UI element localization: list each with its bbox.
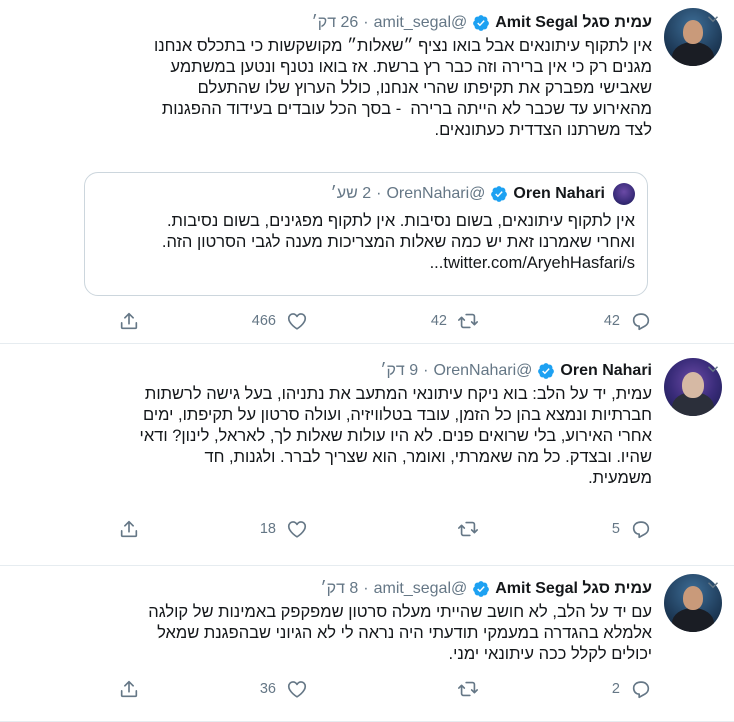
- chevron-down-icon[interactable]: [704, 10, 722, 28]
- heart-icon: [286, 678, 308, 700]
- tweet-header: עמית סגל Amit Segal @amit_segal · 26 דק׳: [312, 12, 652, 34]
- like-count: 36: [259, 681, 276, 697]
- display-name[interactable]: עמית סגל Amit Segal: [495, 14, 652, 32]
- quote-text: אין לתקוף עיתונאים, בשום נסיבות. אין לתק…: [161, 212, 635, 272]
- tweet-text: עם יד על הלב, לא חושב שהייתי מעלה סרטון …: [148, 603, 652, 663]
- tweet[interactable]: Oren Nahari @OrenNahari · 9 דק׳ עמית, יד…: [0, 344, 734, 566]
- chevron-down-icon[interactable]: [704, 576, 722, 594]
- tweet-actions: 42 42 466: [0, 310, 734, 334]
- quoted-tweet[interactable]: Oren Nahari @OrenNahari · 2 שע׳ אין לתקו…: [84, 172, 648, 296]
- share-icon: [118, 518, 140, 540]
- heart-icon: [286, 310, 308, 332]
- share-button[interactable]: [118, 678, 140, 700]
- quote-handle: @OrenNahari: [386, 185, 486, 202]
- share-icon: [118, 678, 140, 700]
- tweet-text: אין לתקוף עיתונאים אבל בואו נציף ״שאלות״…: [153, 37, 652, 139]
- reply-button[interactable]: 5: [612, 518, 652, 540]
- retweet-icon: [457, 310, 479, 332]
- retweet-button[interactable]: 42: [431, 310, 479, 332]
- handle[interactable]: @amit_segal: [374, 580, 468, 598]
- reply-icon: [630, 678, 652, 700]
- handle[interactable]: @amit_segal: [374, 14, 468, 32]
- tweet-actions: 2 36: [0, 678, 734, 702]
- quote-header: Oren Nahari @OrenNahari · 2 שע׳: [331, 183, 605, 205]
- heart-icon: [286, 518, 308, 540]
- share-icon: [118, 310, 140, 332]
- like-count: 466: [251, 313, 276, 329]
- like-button[interactable]: 18: [260, 518, 308, 540]
- reply-button[interactable]: 2: [612, 678, 652, 700]
- timestamp[interactable]: 26 דק׳: [312, 14, 359, 32]
- retweet-button[interactable]: [447, 678, 479, 700]
- quote-display-name: Oren Nahari: [513, 185, 605, 202]
- retweet-count: 42: [430, 313, 447, 329]
- timestamp[interactable]: 9 דק׳: [380, 362, 418, 380]
- reply-icon: [630, 518, 652, 540]
- reply-count: 42: [603, 313, 620, 329]
- share-button[interactable]: [118, 518, 140, 540]
- tweet[interactable]: עמית סגל Amit Segal @amit_segal · 26 דק׳…: [0, 0, 734, 344]
- retweet-button[interactable]: [447, 518, 479, 540]
- separator-dot: ·: [363, 14, 369, 31]
- verified-badge-icon: [472, 14, 490, 32]
- retweet-icon: [457, 678, 479, 700]
- separator-dot: ·: [423, 362, 429, 379]
- tweet-header: Oren Nahari @OrenNahari · 9 דק׳: [380, 360, 652, 382]
- chevron-down-icon[interactable]: [704, 360, 722, 378]
- like-count: 18: [259, 521, 276, 537]
- reply-button[interactable]: 42: [604, 310, 652, 332]
- like-button[interactable]: 36: [260, 678, 308, 700]
- separator-dot: ·: [363, 580, 369, 597]
- quote-avatar: [613, 183, 635, 205]
- display-name[interactable]: עמית סגל Amit Segal: [495, 580, 652, 598]
- share-button[interactable]: [118, 310, 140, 332]
- like-button[interactable]: 466: [252, 310, 308, 332]
- separator-dot: ·: [376, 185, 382, 202]
- tweet-text: עמית, יד על הלב: בוא ניקח עיתונאי המתעב …: [139, 385, 652, 487]
- handle[interactable]: @OrenNahari: [433, 362, 532, 380]
- retweet-icon: [457, 518, 479, 540]
- tweet-actions: 5 18: [0, 518, 734, 542]
- tweet[interactable]: עמית סגל Amit Segal @amit_segal · 8 דק׳ …: [0, 566, 734, 722]
- verified-badge-icon: [472, 580, 490, 598]
- quote-timestamp: 2 שע׳: [330, 185, 372, 202]
- timestamp[interactable]: 8 דק׳: [320, 580, 358, 598]
- reply-icon: [630, 310, 652, 332]
- verified-badge-icon: [490, 185, 508, 203]
- tweet-header: עמית סגל Amit Segal @amit_segal · 8 דק׳: [320, 578, 652, 600]
- reply-count: 5: [611, 521, 620, 537]
- display-name[interactable]: Oren Nahari: [560, 362, 652, 380]
- verified-badge-icon: [537, 362, 555, 380]
- reply-count: 2: [611, 681, 620, 697]
